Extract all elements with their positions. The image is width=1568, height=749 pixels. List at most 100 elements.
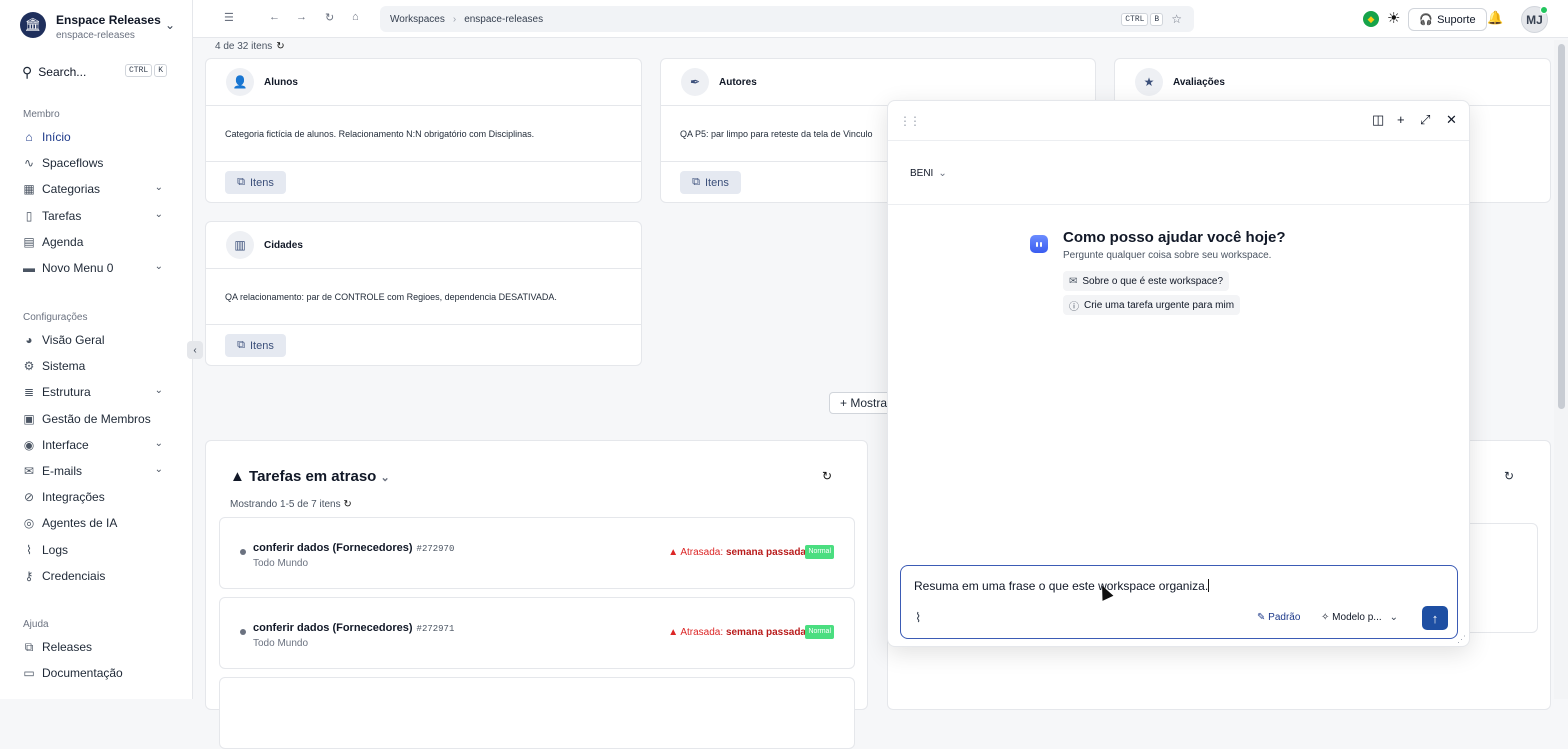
sidebar-item-estrutura[interactable]: ≣ Estrutura ⌄ (22, 382, 167, 402)
chevron-down-icon: ⌄ (154, 464, 163, 475)
items-button-label: Itens (250, 176, 274, 189)
late-when: semana passada (725, 627, 806, 638)
sidebar-item-in-cio[interactable]: ⌂ Início (22, 127, 167, 147)
chevron-down-icon: ⌄ (154, 437, 163, 449)
page-scrollbar[interactable] (1554, 40, 1568, 699)
support-button[interactable]: 🎧 Suporte (1408, 8, 1487, 31)
suggestion-label: Crie uma tarefa urgente para mim (1084, 299, 1235, 311)
refresh-icon[interactable]: ↻ (343, 499, 351, 510)
overdue-tasks-title[interactable]: ▲ Tarefas em atraso ⌄ (230, 468, 390, 485)
key-icon: ⚷ (24, 568, 34, 583)
sidebar-item-vis-o-geral[interactable]: ◕ Visão Geral (22, 330, 167, 350)
sidebar-item-credenciais[interactable]: ⚷ Credenciais (22, 566, 167, 586)
chat-input-text[interactable]: Resuma em uma frase o que este workspace… (914, 579, 1210, 593)
panel-item[interactable] (1460, 523, 1538, 633)
sidebar-item-label: Credenciais (42, 568, 106, 583)
sidebar-item-sistema[interactable]: ⚙ Sistema (22, 356, 167, 376)
collapse-sidebar-button[interactable]: ‹ (187, 341, 203, 359)
plus-icon[interactable]: + (1397, 112, 1405, 127)
category-card-alunos[interactable]: 👤 Alunos Categoria fictícia de alunos. Re… (205, 58, 642, 203)
breadcrumb-workspaces[interactable]: Workspaces (390, 14, 445, 25)
chat-greeting-subtitle: Pergunte qualquer coisa sobre seu worksp… (1063, 250, 1272, 261)
resize-grip-icon[interactable]: ⋰ (1457, 634, 1466, 645)
theme-sun-icon[interactable]: ☀ (1387, 9, 1400, 27)
star-icon: ★ (1135, 68, 1163, 96)
sidebar-item-categorias[interactable]: ▦ Categorias ⌄ (22, 179, 167, 199)
items-button[interactable]: ⧉ Itens (680, 171, 741, 194)
bank-icon: 🏛 (20, 12, 46, 38)
items-icon: ⧉ (237, 176, 245, 188)
card-title: Alunos (264, 77, 298, 88)
section-membro: Membro (23, 109, 60, 120)
items-button[interactable]: ⧉ Itens (225, 334, 286, 357)
items-count-label: 4 de 32 itens (215, 41, 273, 52)
sidebar-item-label: Categorias (42, 182, 101, 197)
search-button[interactable]: ⚲ Search... CTRL K (22, 63, 167, 81)
sidebar-item-integra-es[interactable]: ⊘ Integrações (22, 487, 167, 507)
sidebar-item-gest-o-de-membros[interactable]: ▣ Gestão de Membros (22, 409, 167, 429)
breadcrumb-current[interactable]: enspace-releases (464, 14, 543, 25)
close-icon[interactable]: ✕ (1446, 112, 1457, 128)
card-title: Avaliações (1173, 77, 1225, 88)
chevron-down-icon: ⌄ (154, 385, 163, 397)
attach-icon[interactable]: ⌇ (915, 610, 921, 626)
mode-selector[interactable]: ✎ Padrão (1257, 612, 1300, 623)
refresh-icon[interactable]: ↻ (276, 41, 284, 52)
chat-input[interactable]: Resuma em uma frase o que este workspace… (900, 565, 1458, 639)
sidebar-item-spaceflows[interactable]: ∿ Spaceflows (22, 153, 167, 173)
sidebar-item-label: Integrações (42, 490, 105, 505)
home-icon[interactable]: ⌂ (352, 11, 359, 23)
workspace-switcher[interactable]: 🏛 Enspace Releases enspace-releases ⌄ (20, 10, 185, 44)
expand-icon[interactable]: ⤢ (1420, 112, 1430, 128)
chevron-down-icon: ⌄ (380, 472, 390, 484)
kbd-ctrl: CTRL (1121, 12, 1149, 26)
home-icon: ⌂ (25, 130, 33, 144)
sidebar-item-tarefas[interactable]: ▯ Tarefas ⌄ (22, 206, 167, 226)
sidebar-item-label: Interface (42, 437, 89, 452)
sidebar-item-interface[interactable]: ◉ Interface ⌄ (22, 435, 167, 455)
sidebar-panel-icon[interactable]: ◫ (1372, 112, 1384, 128)
items-button-label: Itens (250, 339, 274, 352)
task-row[interactable]: conferir dados (Fornecedores) #272971 Tod… (219, 597, 855, 669)
sidebar-item-agenda[interactable]: ▤ Agenda (22, 232, 167, 252)
card-description: Categoria fictícia de alunos. Relacionam… (225, 129, 535, 139)
sidebar-item-label: Documentação (42, 666, 123, 681)
sidebar-item-agentes-de-ia[interactable]: ◎ Agentes de IA (22, 513, 167, 533)
category-card-cidades[interactable]: ▥ Cidades QA relacionamento: par de CONTR… (205, 221, 642, 366)
brazil-flag-icon[interactable]: ◆ (1363, 11, 1379, 27)
suggestion-chip[interactable]: ⓘ Crie uma tarefa urgente para mim (1063, 295, 1241, 315)
reload-icon[interactable]: ↻ (325, 11, 334, 24)
scrollbar-thumb[interactable] (1558, 44, 1565, 409)
task-id: #272971 (416, 624, 455, 634)
agent-name: BENI (910, 168, 934, 179)
forward-arrow-icon[interactable]: → (296, 11, 307, 23)
chip-icon: ◎ (23, 516, 35, 531)
drag-handle-icon[interactable]: ⋮⋮ (899, 114, 921, 128)
back-arrow-icon[interactable]: ← (269, 11, 280, 23)
sidebar-item-documenta-o[interactable]: ▭ Documentação (22, 663, 167, 683)
send-button[interactable]: ↑ (1422, 606, 1448, 630)
suggestion-chip[interactable]: ✉ Sobre o que é este workspace? (1063, 271, 1230, 291)
task-row[interactable]: conferir dados (Fornecedores) #272970 Tod… (219, 517, 855, 589)
breadcrumb: Workspaces › enspace-releases CTRL B ☆ (380, 6, 1194, 32)
late-status: ▲ Atrasada: semana passada (668, 627, 806, 638)
items-button[interactable]: ⧉ Itens (225, 171, 286, 194)
sidebar-item-label: Novo Menu 0 (42, 261, 114, 275)
refresh-icon[interactable]: ↻ (1504, 469, 1514, 483)
agent-selector[interactable]: BENI ⌄ (910, 168, 947, 179)
sidebar-item-releases[interactable]: ⧉ Releases (22, 637, 167, 657)
model-selector[interactable]: ✧ Modelo p... ⌄ (1321, 612, 1398, 623)
sidebar-item-e-mails[interactable]: ✉ E-mails ⌄ (22, 461, 167, 481)
sidebar-item-logs[interactable]: ⌇ Logs (22, 540, 167, 560)
bell-icon[interactable]: 🔔 (1487, 10, 1503, 26)
file-icon: ▯ (25, 208, 33, 223)
sidebar-item-novo-menu-0[interactable]: ▬ Novo Menu 0 ⌄ (22, 258, 167, 278)
overdue-tasks-subtitle: Mostrando 1-5 de 7 itens ↻ (230, 499, 352, 510)
card-description: QA relacionamento: par de CONTROLE com R… (225, 292, 557, 302)
star-icon[interactable]: ☆ (1171, 12, 1182, 26)
refresh-icon[interactable]: ↻ (822, 469, 832, 483)
task-row[interactable] (219, 677, 855, 749)
sidebar-toggle-icon[interactable]: ☰ (224, 11, 234, 24)
kbd-b: B (1150, 12, 1164, 26)
card-description: QA P5: par limpo para reteste da tela de… (680, 129, 873, 139)
